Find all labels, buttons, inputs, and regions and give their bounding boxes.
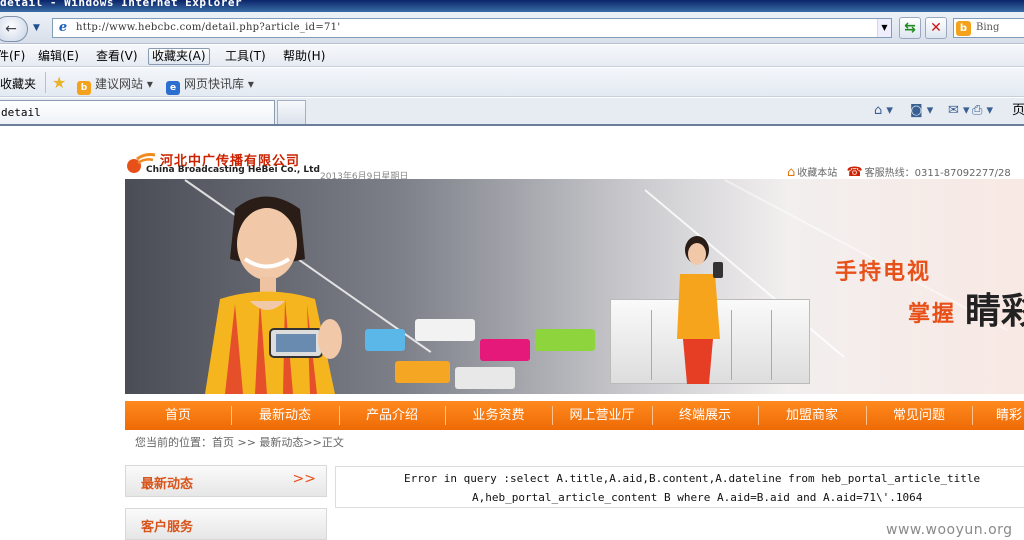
favorites-bar: 收藏夹 ★ b 建议网站 ▾ e 网页快讯库 ▾: [0, 68, 1024, 97]
sidebar-service-title: 客户服务: [141, 520, 194, 535]
hero-banner[interactable]: 手持电视 掌握 睛彩: [125, 179, 1024, 394]
address-toolbar: ← ▼ e http://www.hebcbc.com/detail.php?a…: [0, 12, 1024, 44]
tab-detail[interactable]: detail: [0, 100, 275, 124]
banner-slogan-big: 睛彩: [965, 291, 1024, 332]
nav-jingcai[interactable]: 睛彩: [972, 401, 1024, 430]
nav-products[interactable]: 产品介绍: [339, 401, 445, 430]
search-placeholder: Bing: [976, 22, 1000, 33]
block: [535, 329, 595, 351]
block: [480, 339, 530, 361]
menu-help[interactable]: 帮助(H): [280, 48, 328, 65]
new-tab-button[interactable]: [277, 100, 306, 124]
banner-slogan-line1: 手持电视: [835, 260, 932, 285]
address-url[interactable]: http://www.hebcbc.com/detail.php?article…: [76, 22, 340, 33]
tab-title: detail: [1, 106, 41, 119]
search-input[interactable]: b Bing: [953, 18, 1024, 38]
home-icon: ⌂: [787, 165, 796, 180]
phone-icon: ☎: [846, 165, 863, 180]
banner-woman-small-image: [677, 236, 723, 384]
stop-button[interactable]: ✕: [925, 17, 947, 39]
refresh-button[interactable]: ⇆: [899, 17, 921, 39]
web-slice-gallery-link[interactable]: e 网页快讯库 ▾: [166, 75, 254, 95]
feeds-icon[interactable]: ◙ ▾: [910, 102, 933, 120]
add-favorite-star-icon[interactable]: ★: [52, 73, 66, 92]
tab-bar: detail ⌂ ▾ ◙ ▾ ✉ ▾ ⎙ ▾ 页: [0, 98, 1024, 126]
menu-file[interactable]: 件(F): [0, 48, 28, 65]
company-name-en: China Broadcasting HeBei Co., Ltd: [146, 165, 320, 175]
print-icon[interactable]: ⎙ ▾: [972, 102, 993, 120]
watermark-text: www.wooyun.org: [886, 522, 1013, 538]
address-input[interactable]: e http://www.hebcbc.com/detail.php?artic…: [52, 18, 892, 38]
block: [395, 361, 450, 383]
back-arrow-icon: ←: [5, 21, 17, 37]
nav-devices[interactable]: 终端展示: [652, 401, 758, 430]
nav-latest-news[interactable]: 最新动态: [231, 401, 339, 430]
window-title: detail - Windows Internet Explorer: [0, 0, 243, 9]
bing-icon: b: [956, 21, 971, 36]
menu-edit[interactable]: 编辑(E): [35, 48, 82, 65]
menu-favorites[interactable]: 收藏夹(A): [148, 48, 210, 65]
web-slice-icon: e: [166, 81, 180, 95]
banner-slogan-line2: 掌握: [908, 302, 957, 327]
history-dropdown-icon[interactable]: ▼: [33, 23, 43, 33]
home-icon[interactable]: ⌂ ▾: [874, 102, 893, 120]
sidebar-news-header[interactable]: 最新动态 >>: [125, 465, 327, 497]
sql-error-message: Error in query :select A.title,A.aid,B.c…: [335, 466, 1024, 508]
sidebar-news-more-icon[interactable]: >>: [293, 471, 316, 487]
banner-woman-image: [205, 196, 342, 394]
block: [365, 329, 405, 351]
block: [455, 367, 515, 389]
menu-tools[interactable]: 工具(T): [222, 48, 269, 65]
suggested-sites-link[interactable]: b 建议网站 ▾: [77, 75, 153, 95]
hotline-text: 客服热线：0311-87092277/28: [864, 168, 1011, 179]
sidebar-service-header[interactable]: 客户服务: [125, 508, 327, 540]
block: [415, 319, 475, 341]
nav-partners[interactable]: 加盟商家: [758, 401, 866, 430]
web-page: 河北中广传播有限公司 China Broadcasting HeBei Co.,…: [0, 128, 1024, 540]
breadcrumb: 您当前的位置：首页 >> 最新动态>>正文: [135, 436, 344, 449]
refresh-icon: ⇆: [904, 20, 916, 36]
suggested-sites-icon: b: [77, 81, 91, 95]
menu-bar: 件(F) 编辑(E) 查看(V) 收藏夹(A) 工具(T) 帮助(H): [0, 45, 1024, 67]
nav-pricing[interactable]: 业务资费: [445, 401, 552, 430]
nav-home[interactable]: 首页: [125, 401, 231, 430]
close-icon: ✕: [930, 20, 942, 36]
ie-page-icon: e: [58, 20, 68, 35]
color-blocks: [365, 319, 615, 394]
favorites-separator: [45, 72, 46, 93]
nav-faq[interactable]: 常见问题: [866, 401, 972, 430]
favorites-label[interactable]: 收藏夹: [0, 75, 36, 92]
window-title-bar: detail - Windows Internet Explorer: [0, 0, 1024, 12]
error-line-1: Error in query :select A.title,A.aid,B.c…: [404, 472, 981, 485]
address-dropdown-icon[interactable]: ▼: [877, 19, 891, 37]
back-button[interactable]: ←: [0, 16, 28, 42]
error-line-2: A,heb_portal_article_content B where A.a…: [472, 491, 923, 504]
sidebar-news-title: 最新动态: [141, 477, 194, 492]
nav-online-hall[interactable]: 网上营业厅: [552, 401, 652, 430]
bookmark-site-link[interactable]: 收藏本站: [797, 168, 837, 179]
web-slice-label: 网页快讯库 ▾: [184, 77, 254, 91]
page-menu[interactable]: 页: [1012, 102, 1024, 120]
top-links: ⌂ 收藏本站 ☎ 客服热线：0311-87092277/28: [787, 164, 1011, 180]
main-nav: 首页 最新动态 产品介绍 业务资费 网上营业厅 终端展示 加盟商家 常见问题 睛…: [125, 401, 1024, 430]
menu-view[interactable]: 查看(V): [93, 48, 141, 65]
mail-icon[interactable]: ✉ ▾: [948, 102, 970, 120]
suggested-sites-label: 建议网站 ▾: [95, 77, 153, 91]
